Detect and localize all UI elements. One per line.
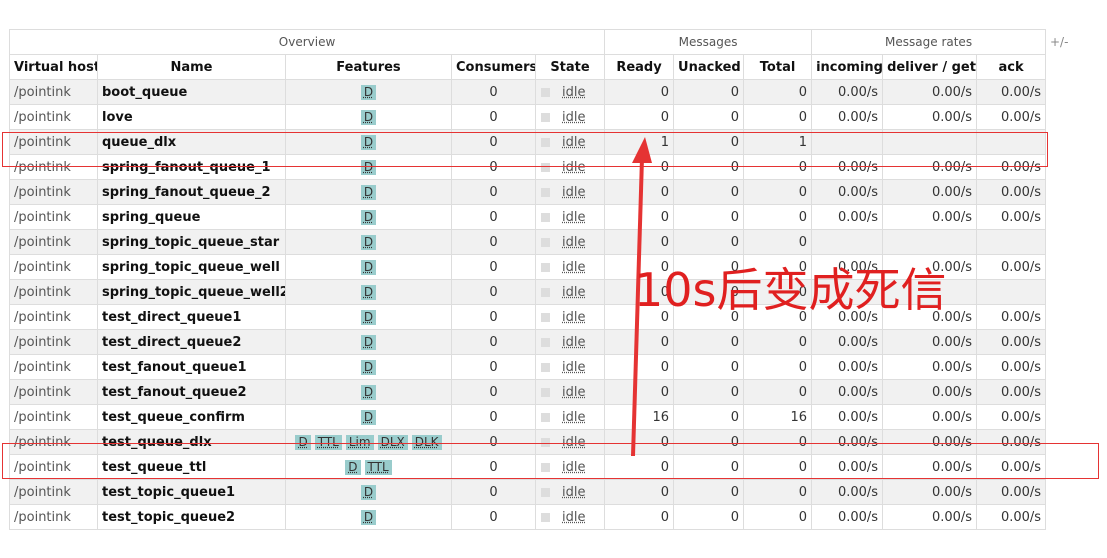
arrow-head bbox=[632, 137, 652, 163]
dead-letter-annotation: 10s后变成死信 bbox=[634, 263, 947, 317]
